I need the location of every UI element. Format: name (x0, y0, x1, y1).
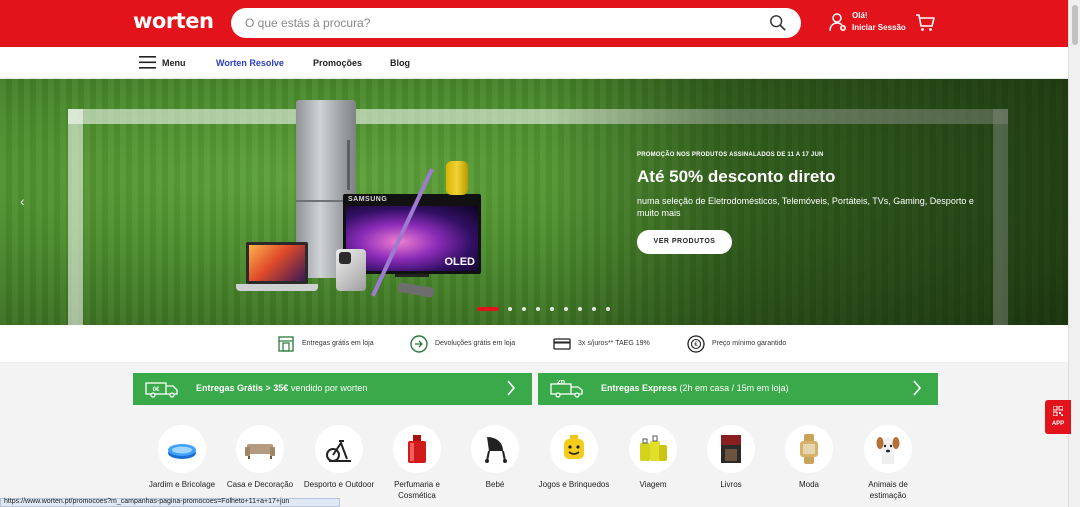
carousel-dot[interactable] (536, 307, 540, 311)
browser-status-bar: https://www.worten.pt/promocoes?m_campan… (0, 498, 340, 507)
express-truck-icon: 2h (550, 380, 583, 398)
cart-icon[interactable] (915, 14, 935, 32)
perfume-icon (408, 435, 426, 463)
user-icon (829, 13, 846, 32)
category-moda[interactable]: Moda (773, 425, 845, 490)
perk-label: Devoluções grátis em loja (435, 340, 516, 347)
carousel-dot[interactable] (508, 307, 512, 311)
vacuum-body-image (446, 161, 468, 195)
banner-text: Entregas Grátis > 35€ vendido por worten (196, 383, 368, 393)
category-label: Desporto e Outdoor (303, 480, 375, 489)
express-icon-text: 2h (557, 380, 565, 386)
hero-kicker: PROMOÇÃO NOS PRODUTOS ASSINALADOS DE 11 … (637, 152, 824, 158)
tv-oled-badge: OLED (444, 256, 475, 268)
category-label: Viagem (639, 480, 667, 489)
category-label: Livros (720, 480, 742, 489)
carousel-prev-icon[interactable]: ‹ (20, 193, 25, 209)
perks-bar: Entregas grátis em loja Devoluções gráti… (0, 325, 1068, 363)
carousel-dot[interactable] (578, 307, 582, 311)
user-account[interactable]: Olá! Iniciar Sessão (829, 10, 909, 36)
carousel-dot[interactable] (564, 307, 568, 311)
category-label: Perfumaria e Cosmética (394, 480, 440, 500)
store-icon (278, 336, 294, 352)
category-desporto[interactable]: Desporto e Outdoor (303, 425, 375, 490)
search-input[interactable] (245, 14, 745, 32)
hero-carousel[interactable]: SAMSUNG OLED ‹ PROMOÇÃO NOS PRODUTOS ASS… (0, 79, 1068, 325)
perk-label: 3x s/juros** TAEG 19% (578, 340, 650, 347)
watch-icon (800, 434, 818, 464)
scrollbar-thumb[interactable] (1072, 5, 1078, 45)
svg-text:€: € (694, 342, 698, 348)
category-label: Bebé (485, 480, 505, 489)
category-animais[interactable]: Animais de estimação (852, 425, 924, 501)
banner-express-delivery[interactable]: 2h Entregas Express (2h em casa / 15m em… (538, 373, 938, 405)
app-download-button[interactable]: APP (1045, 400, 1071, 434)
category-label: Casa e Decoração (226, 480, 294, 489)
perk-label: Preço mínimo garantido (712, 340, 787, 347)
delivery-truck-icon: 0€ (145, 382, 178, 398)
category-label: Jardim e Bricolage (148, 480, 216, 489)
phone-image (336, 249, 366, 291)
qr-code-icon (1053, 406, 1063, 416)
field-line-left (68, 109, 83, 325)
category-jogos[interactable]: Jogos e Brinquedos (538, 425, 610, 490)
carousel-dot[interactable] (522, 307, 526, 311)
nav-worten-resolve[interactable]: Worten Resolve (216, 58, 284, 68)
nav-blog[interactable]: Blog (390, 58, 410, 68)
laptop-image (236, 242, 318, 291)
category-label: Moda (798, 480, 819, 489)
category-viagem[interactable]: Viagem (617, 425, 689, 490)
bike-icon (326, 440, 351, 462)
card-icon (553, 338, 571, 350)
nav-promocoes[interactable]: Promoções (313, 58, 362, 68)
search-icon[interactable] (769, 14, 787, 32)
banner-free-delivery[interactable]: 0€ Entregas Grátis > 35€ vendido por wor… (133, 373, 532, 405)
search-bar[interactable] (231, 8, 801, 38)
status-url: https://www.worten.pt/promocoes?m_campan… (4, 498, 290, 505)
sofa-icon (245, 444, 275, 459)
chevron-right-icon (913, 380, 922, 396)
category-bebe[interactable]: Bebé (459, 425, 531, 490)
carousel-dot[interactable] (606, 307, 610, 311)
lego-icon (564, 435, 584, 459)
carousel-dot[interactable] (592, 307, 596, 311)
book-icon (721, 435, 741, 463)
tv-brand: SAMSUNG (348, 196, 388, 203)
category-casa[interactable]: Casa e Decoração (224, 425, 296, 490)
top-header: worten Olá! Iniciar Sessão (0, 0, 1068, 47)
carousel-dot[interactable] (550, 307, 554, 311)
app-label: APP (1051, 421, 1065, 427)
hamburger-icon[interactable] (139, 56, 156, 69)
nav-menu[interactable]: Menu (162, 58, 186, 68)
stroller-icon (485, 437, 507, 463)
category-perfumaria[interactable]: Perfumaria e Cosmética (381, 425, 453, 501)
category-label: Jogos e Brinquedos (538, 480, 610, 489)
pool-icon (168, 444, 196, 459)
price-icon: € (687, 335, 705, 353)
hero-headline: Até 50% desconto direto (637, 167, 836, 186)
hero-subtitle: numa seleção de Eletrodomésticos, Telemó… (637, 196, 974, 218)
worten-logo[interactable]: worten (133, 9, 214, 33)
user-greeting: Olá! (852, 11, 868, 20)
login-link[interactable]: Iniciar Sessão (852, 23, 906, 32)
banner-text: Entregas Express (2h em casa / 15m em lo… (601, 383, 789, 393)
ver-produtos-button[interactable]: VER PRODUTOS (637, 230, 732, 254)
delivery-icon-text: 0€ (153, 387, 160, 393)
luggage-icon (640, 435, 667, 461)
category-livros[interactable]: Livros (695, 425, 767, 490)
carousel-dot[interactable] (477, 307, 499, 311)
category-label: Animais de estimação (868, 480, 908, 500)
category-jardim[interactable]: Jardim e Bricolage (146, 425, 218, 490)
dog-icon (876, 437, 900, 464)
return-icon (410, 335, 428, 353)
chevron-right-icon (507, 380, 516, 396)
main-nav: Menu Worten Resolve Promoções Blog (0, 47, 1068, 79)
perk-label: Entregas grátis em loja (302, 340, 374, 347)
